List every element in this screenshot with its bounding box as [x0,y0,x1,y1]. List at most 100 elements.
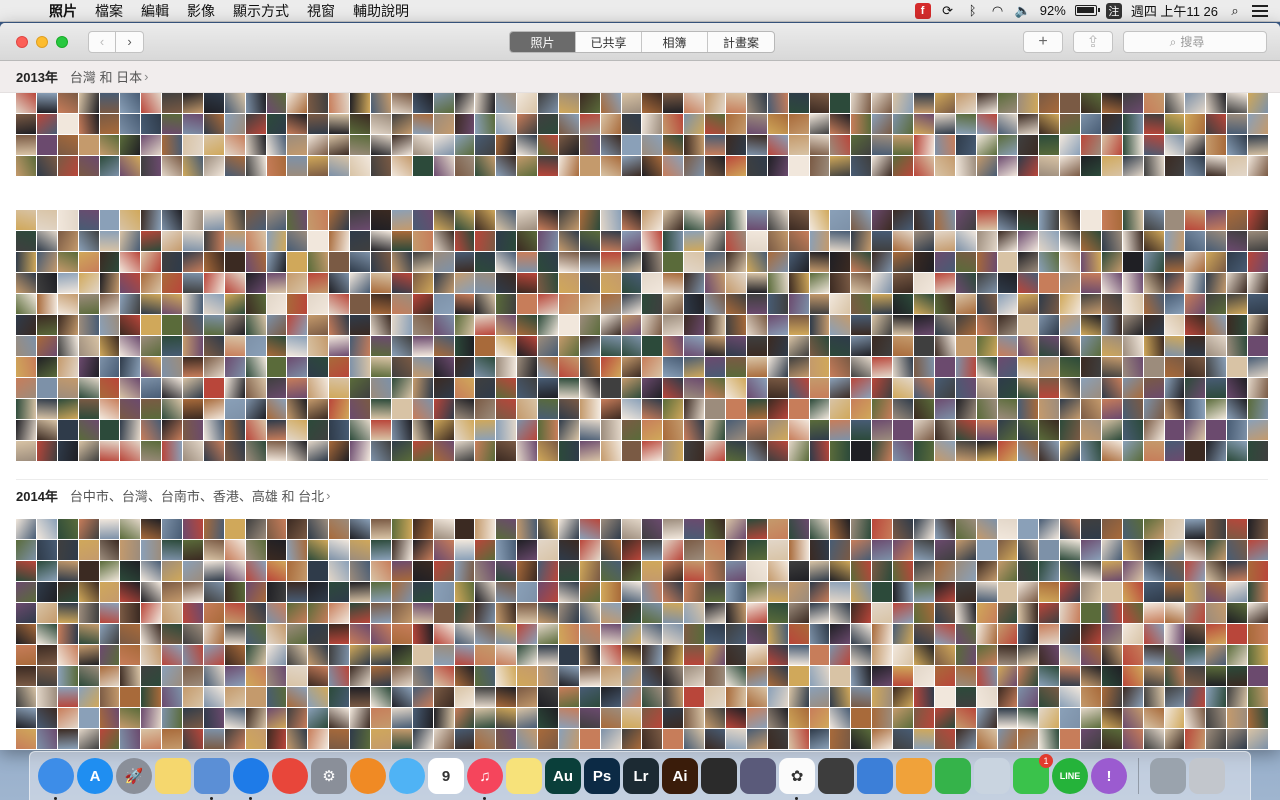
photo-thumbnail[interactable] [1039,210,1060,230]
photo-thumbnail[interactable] [120,231,141,251]
photo-thumbnail[interactable] [893,336,913,356]
photo-thumbnail[interactable] [454,687,475,707]
photo-thumbnail[interactable] [78,252,99,272]
photo-thumbnail[interactable] [976,378,997,398]
photo-thumbnail[interactable] [1039,114,1060,134]
photo-thumbnail[interactable] [371,315,391,335]
photo-thumbnail[interactable] [1101,582,1122,602]
photo-thumbnail[interactable] [78,666,99,686]
photo-thumbnail[interactable] [412,378,433,398]
photo-thumbnail[interactable] [538,294,558,314]
photo-thumbnail[interactable] [621,420,642,440]
photo-thumbnail[interactable] [496,399,517,419]
photo-thumbnail[interactable] [99,624,120,644]
photo-thumbnail[interactable] [579,210,600,230]
photo-thumbnail[interactable] [726,156,746,176]
photo-thumbnail[interactable] [872,687,893,707]
photo-thumbnail[interactable] [851,378,872,398]
photo-thumbnail[interactable] [1227,156,1248,176]
photo-thumbnail[interactable] [475,540,496,560]
photo-thumbnail[interactable] [600,294,621,314]
photo-thumbnail[interactable] [934,156,955,176]
photo-thumbnail[interactable] [141,294,162,314]
photo-thumbnail[interactable] [1248,252,1268,272]
photo-thumbnail[interactable] [183,603,203,623]
photo-thumbnail[interactable] [433,399,454,419]
photo-thumbnail[interactable] [203,378,224,398]
downloads-stack-icon[interactable] [1150,758,1186,794]
photo-thumbnail[interactable] [913,687,934,707]
photo-thumbnail[interactable] [538,273,558,293]
photo-thumbnail[interactable] [1122,252,1143,272]
photo-thumbnail[interactable] [36,540,57,560]
photo-thumbnail[interactable] [705,378,726,398]
photo-thumbnail[interactable] [1039,420,1060,440]
photo-thumbnail[interactable] [1185,93,1206,113]
photo-thumbnail[interactable] [1018,729,1039,749]
photo-thumbnail[interactable] [1206,624,1227,644]
photo-thumbnail[interactable] [893,114,913,134]
photo-thumbnail[interactable] [454,441,475,461]
photo-thumbnail[interactable] [558,561,579,581]
photo-thumbnail[interactable] [538,357,558,377]
photo-thumbnail[interactable] [287,624,308,644]
photo-thumbnail[interactable] [558,645,579,665]
photo-thumbnail[interactable] [767,135,788,155]
lightroom-icon[interactable]: Lr [623,758,659,794]
photo-thumbnail[interactable] [705,624,726,644]
photo-thumbnail[interactable] [830,135,851,155]
photo-thumbnail[interactable] [224,114,245,134]
photo-thumbnail[interactable] [1185,273,1206,293]
photo-thumbnail[interactable] [705,582,726,602]
photo-thumbnail[interactable] [767,336,788,356]
photo-thumbnail[interactable] [934,294,955,314]
photo-thumbnail[interactable] [558,357,579,377]
photoshop-icon[interactable]: Ps [584,758,620,794]
photo-thumbnail[interactable] [684,540,705,560]
photo-thumbnail[interactable] [141,114,162,134]
photo-thumbnail[interactable] [245,294,266,314]
menu-item-1[interactable]: 檔案 [86,1,132,21]
photo-thumbnail[interactable] [705,603,726,623]
photo-thumbnail[interactable] [16,708,36,728]
photo-thumbnail[interactable] [767,210,788,230]
photo-thumbnail[interactable] [36,93,57,113]
photo-thumbnail[interactable] [99,93,120,113]
photo-thumbnail[interactable] [934,93,955,113]
photo-thumbnail[interactable] [57,135,78,155]
photo-thumbnail[interactable] [1101,294,1122,314]
photo-thumbnail[interactable] [78,231,99,251]
photo-thumbnail[interactable] [1206,519,1227,539]
photo-thumbnail[interactable] [99,378,120,398]
photo-thumbnail[interactable] [1185,645,1206,665]
photo-thumbnail[interactable] [726,645,746,665]
photo-thumbnail[interactable] [308,378,329,398]
photo-thumbnail[interactable] [1060,603,1081,623]
photo-thumbnail[interactable] [1081,420,1101,440]
photo-thumbnail[interactable] [57,231,78,251]
photo-thumbnail[interactable] [183,93,203,113]
photo-thumbnail[interactable] [16,420,36,440]
photo-thumbnail[interactable] [579,336,600,356]
sync-icon[interactable]: ⟳ [940,3,956,19]
photo-thumbnail[interactable] [99,114,120,134]
photo-thumbnail[interactable] [600,231,621,251]
photo-thumbnail[interactable] [224,399,245,419]
photo-thumbnail[interactable] [621,582,642,602]
photo-thumbnail[interactable] [99,399,120,419]
photo-thumbnail[interactable] [99,294,120,314]
photo-thumbnail[interactable] [36,420,57,440]
photo-thumbnail[interactable] [1206,420,1227,440]
photo-thumbnail[interactable] [1122,93,1143,113]
photo-thumbnail[interactable] [266,561,287,581]
photo-thumbnail[interactable] [934,315,955,335]
photo-thumbnail[interactable] [788,687,809,707]
photo-thumbnail[interactable] [454,582,475,602]
photo-thumbnail[interactable] [788,336,809,356]
photo-thumbnail[interactable] [746,708,767,728]
photo-thumbnail[interactable] [412,519,433,539]
photo-thumbnail[interactable] [1018,624,1039,644]
photo-thumbnail[interactable] [934,561,955,581]
photo-thumbnail[interactable] [726,540,746,560]
photo-thumbnail[interactable] [350,93,371,113]
